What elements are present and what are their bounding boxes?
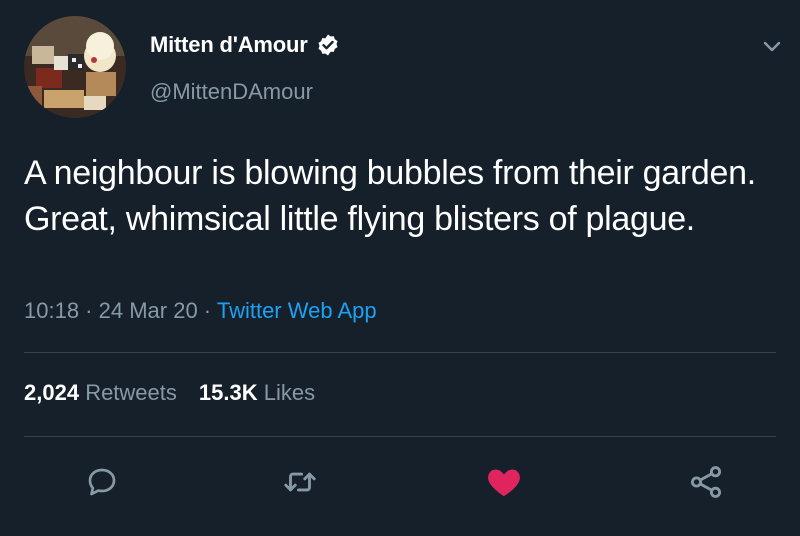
tweet-metadata: 10:18 · 24 Mar 20 · Twitter Web App — [24, 298, 377, 324]
action-bar — [0, 460, 800, 510]
meta-separator: · — [197, 298, 217, 323]
author-handle[interactable]: @MittenDAmour — [150, 79, 313, 105]
verified-badge-icon — [316, 33, 340, 57]
tweet-date[interactable]: 24 Mar 20 — [99, 298, 198, 323]
meta-separator: · — [79, 298, 99, 323]
tweet-detail: Mitten d'Amour @MittenDAmour A neighbour… — [0, 0, 800, 536]
tweet-text: A neighbour is blowing bubbles from thei… — [24, 154, 756, 238]
tweet-stats: 2,024 Retweets 15.3K Likes — [24, 380, 315, 406]
likes-count: 15.3K — [198, 380, 258, 405]
likes-stat[interactable]: 15.3K Likes — [199, 380, 315, 405]
display-name[interactable]: Mitten d'Amour — [150, 32, 308, 58]
retweet-button[interactable] — [278, 460, 322, 504]
chevron-down-icon[interactable] — [758, 32, 786, 60]
likes-label: Likes — [263, 380, 316, 405]
retweet-icon — [284, 472, 316, 492]
divider — [24, 436, 776, 437]
reply-icon — [88, 468, 116, 496]
author-name-row[interactable]: Mitten d'Amour — [150, 32, 340, 58]
retweets-stat[interactable]: 2,024 Retweets — [24, 380, 177, 405]
retweets-count: 2,024 — [24, 380, 80, 405]
share-icon — [690, 466, 722, 498]
like-button[interactable] — [482, 460, 526, 504]
avatar[interactable] — [24, 16, 126, 118]
tweet-source-link[interactable]: Twitter Web App — [217, 298, 377, 323]
retweets-label: Retweets — [85, 380, 177, 405]
share-button[interactable] — [684, 460, 728, 504]
divider — [24, 352, 776, 353]
tweet-time[interactable]: 10:18 — [24, 298, 79, 323]
reply-button[interactable] — [80, 460, 124, 504]
like-icon — [488, 469, 520, 497]
